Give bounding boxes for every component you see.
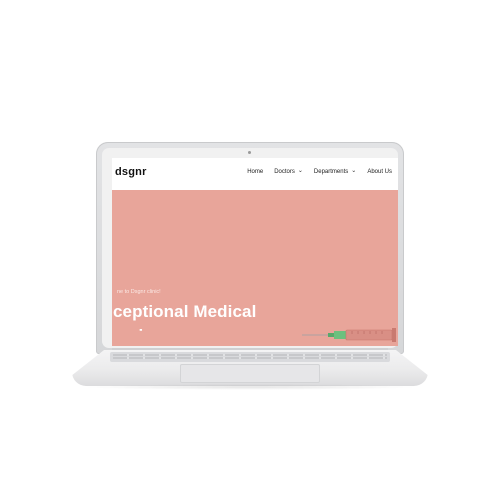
hero-headline: ceptional Medical	[113, 302, 257, 321]
camera-icon	[248, 151, 251, 154]
chevron-down-icon: ⌄	[297, 168, 303, 174]
nav-item-about[interactable]: About Us	[367, 169, 392, 175]
nav-item-label: Departments	[313, 169, 349, 175]
nav-item-departments[interactable]: Departments ⌄	[313, 168, 357, 175]
hero-headline-second-line: ervices	[113, 326, 172, 332]
site-header: dsgnr Home Doctors ⌄ Departments ⌄ About…	[112, 158, 398, 190]
hero-section	[112, 190, 398, 346]
screen: dsgnr Home Doctors ⌄ Departments ⌄ About…	[112, 158, 398, 346]
trackpad	[180, 364, 320, 383]
nav-item-home[interactable]: Home	[247, 169, 263, 175]
hero-welcome-text: ne to Dsgnr clinic!	[117, 289, 161, 295]
keyboard-row	[113, 354, 387, 356]
laptop-shadow	[80, 384, 420, 390]
nav-item-doctors[interactable]: Doctors ⌄	[274, 168, 303, 175]
syringe-icon	[302, 328, 396, 342]
main-menu: Home Doctors ⌄ Departments ⌄ About Us	[247, 168, 392, 175]
nav-item-label: Home	[247, 169, 264, 175]
site-logo[interactable]: dsgnr	[115, 166, 147, 178]
keyboard-row	[113, 357, 387, 359]
laptop-mockup: dsgnr Home Doctors ⌄ Departments ⌄ About…	[0, 0, 500, 500]
chevron-down-icon: ⌄	[351, 168, 357, 174]
nav-item-label: About Us	[367, 169, 392, 175]
nav-item-label: Doctors	[274, 169, 295, 175]
